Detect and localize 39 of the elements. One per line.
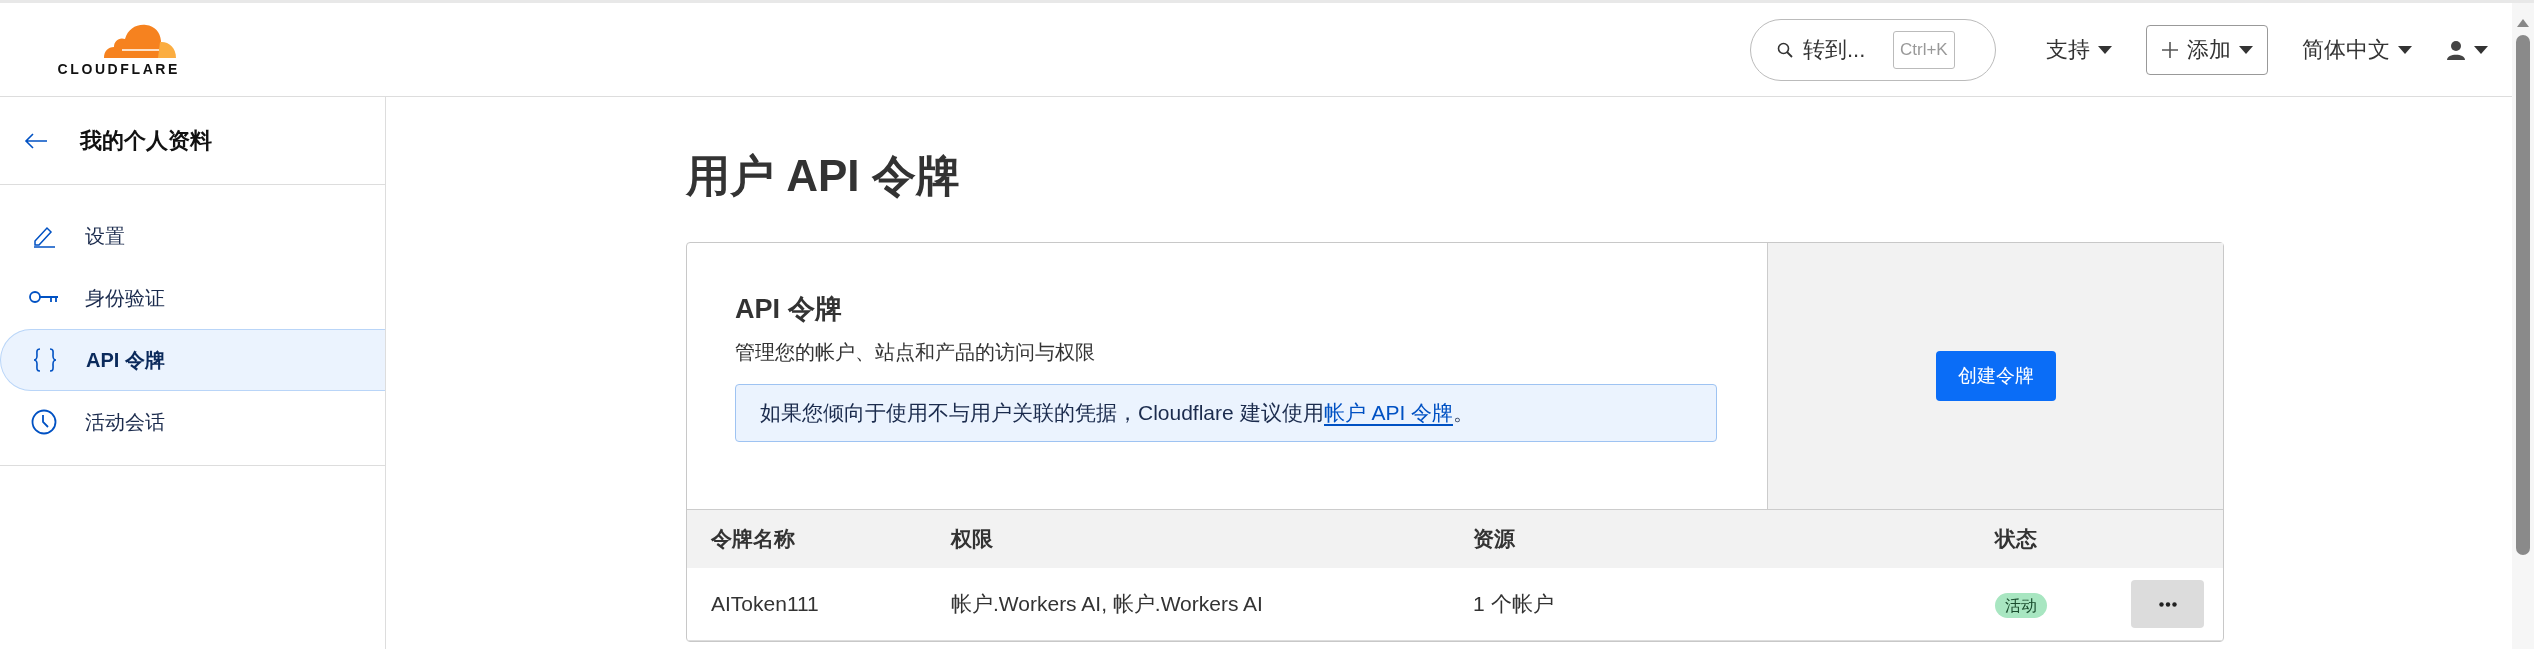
user-menu[interactable] [2446,39,2488,60]
user-icon [2446,39,2466,60]
caret-icon [2098,45,2112,54]
create-token-button[interactable]: 创建令牌 [1935,351,2056,401]
scrollbar[interactable] [2512,3,2534,649]
sidebar-item[interactable]: 活动会话 [0,391,385,453]
menu-dropdown[interactable]: 支持 [2046,34,2112,65]
column-header: 令牌名称 [710,526,796,552]
search-icon [1777,41,1793,58]
column-header: 状态 [1995,526,2038,552]
sidebar-item[interactable]: 设置 [0,205,385,267]
table-cell-text: 帐户.Workers AI, 帐户.Workers AI [951,591,1264,617]
sidebar-title: 我的个人资料 [80,126,212,155]
menu-dropdown[interactable]: 简体中文 [2302,34,2412,65]
back-arrow-icon[interactable] [24,132,48,149]
card-heading: API 令牌 [735,293,843,326]
page-title: 用户 API 令牌 [686,150,961,202]
sidebar-item[interactable]: API 令牌 [0,329,385,391]
caret-icon [2398,45,2412,54]
sidebar-item[interactable]: 身份验证 [0,267,385,329]
notice-text: 如果您倾向于使用不与用户关联的凭据，Cloudflare 建议使用帐户 API 令牌。 [760,401,1475,426]
column-header: 权限 [951,526,994,552]
key-icon [29,290,59,306]
table-cell-text: 1 个帐户 [1473,591,1555,617]
shortcut-hint: Ctrl+K [1893,30,1955,69]
plus-icon [2161,40,2179,59]
caret-icon [2474,45,2488,54]
cloud-logo-icon [102,22,178,59]
card-description: 管理您的帐户、站点和产品的访问与权限 [735,340,1096,365]
status-badge: 活动 [1995,592,2047,618]
scroll-up-icon[interactable] [2517,19,2529,27]
clock-icon [29,409,59,435]
add-dropdown[interactable]: 添加 [2146,24,2268,75]
account-token-link[interactable]: 帐户 API 令牌 [1323,401,1454,426]
table-cell-text: AIToken111 [710,592,820,616]
logo-wordmark: CLOUDFLARE [57,60,180,77]
caret-icon [2239,45,2253,54]
more-icon [2158,601,2177,607]
column-header: 资源 [1473,526,1516,552]
